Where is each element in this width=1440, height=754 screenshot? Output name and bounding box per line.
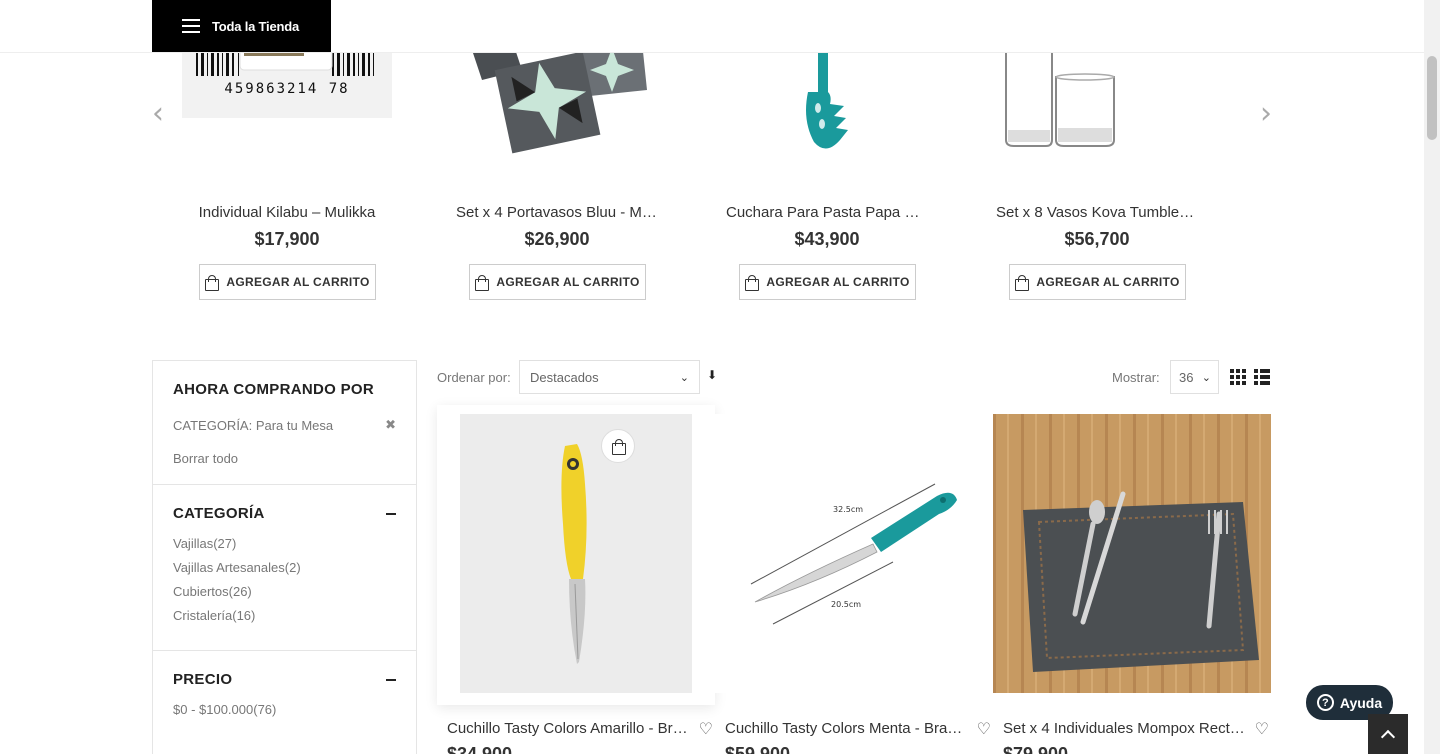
category-item-cubiertos[interactable]: Cubiertos(26) bbox=[173, 584, 396, 599]
price-title[interactable]: PRECIO bbox=[173, 671, 396, 688]
add-to-cart-button[interactable]: AGREGAR AL CARRITO bbox=[738, 264, 916, 300]
category-item-cristaleria[interactable]: Cristalería(16) bbox=[173, 608, 396, 623]
add-to-cart-label: AGREGAR AL CARRITO bbox=[766, 275, 910, 289]
add-to-cart-button[interactable]: AGREGAR AL CARRITO bbox=[198, 264, 376, 300]
shopping-bag-icon bbox=[744, 275, 760, 291]
category-item-vajillas[interactable]: Vajillas(27) bbox=[173, 536, 396, 551]
active-filter-label: CATEGORÍA: Para tu Mesa bbox=[173, 418, 334, 433]
carousel-item-price: $43,900 bbox=[794, 229, 860, 249]
category-list: Vajillas(27) Vajillas Artesanales(2) Cub… bbox=[173, 536, 396, 623]
carousel-item-price: $26,900 bbox=[524, 229, 590, 249]
shopping-bag-icon bbox=[474, 275, 490, 291]
category-title[interactable]: CATEGORÍA bbox=[173, 505, 396, 522]
filter-sidebar: AHORA COMPRANDO POR CATEGORÍA: Para tu M… bbox=[152, 360, 417, 754]
collapse-minus-icon[interactable] bbox=[386, 678, 396, 681]
all-store-menu-button[interactable]: Toda la Tienda bbox=[152, 0, 331, 52]
product-image[interactable]: 32.5cm 20.5cm bbox=[715, 414, 993, 693]
price-section: PRECIO $0 - $100.000(76) bbox=[153, 651, 416, 744]
add-to-cart-button[interactable]: AGREGAR AL CARRITO bbox=[1008, 264, 1186, 300]
now-shopping-title-text: AHORA COMPRANDO POR bbox=[173, 381, 374, 398]
carousel-item-price: $17,900 bbox=[254, 229, 320, 249]
product-price: $34,900 bbox=[447, 744, 513, 754]
product-card[interactable]: Cuchillo Tasty Colors Amarillo - Br… ♡ $… bbox=[437, 414, 715, 754]
carousel-item-title[interactable]: Individual Kilabu – Mulikka bbox=[182, 204, 392, 221]
dimension-long: 32.5cm bbox=[833, 505, 863, 514]
show-per-page-value: 36 bbox=[1179, 370, 1194, 385]
carousel-prev-icon[interactable]: ‹ bbox=[152, 96, 164, 131]
add-to-cart-button[interactable]: AGREGAR AL CARRITO bbox=[468, 264, 646, 300]
carousel-item-title[interactable]: Set x 8 Vasos Kova Tumbler –… bbox=[992, 204, 1202, 221]
help-label: Ayuda bbox=[1339, 694, 1383, 711]
product-price: $79,900 bbox=[1003, 744, 1069, 754]
page-scrollbar[interactable] bbox=[1424, 0, 1440, 754]
category-title-text: CATEGORÍA bbox=[173, 505, 265, 522]
product-title[interactable]: Set x 4 Individuales Mompox Rect… bbox=[1003, 720, 1249, 737]
carousel-item-price: $56,700 bbox=[1064, 229, 1130, 249]
wishlist-heart-icon[interactable]: ♡ bbox=[699, 719, 713, 738]
product-image[interactable] bbox=[993, 414, 1271, 693]
chevron-up-icon bbox=[1380, 729, 1396, 744]
shopping-bag-icon bbox=[204, 275, 220, 291]
category-item-vajillas-artesanales[interactable]: Vajillas Artesanales(2) bbox=[173, 560, 396, 575]
product-title-row: Cuchillo Tasty Colors Menta - Bra… ♡ bbox=[715, 719, 993, 738]
now-shopping-section: AHORA COMPRANDO POR CATEGORÍA: Para tu M… bbox=[153, 361, 416, 485]
add-to-cart-label: AGREGAR AL CARRITO bbox=[1036, 275, 1180, 289]
question-icon: ? bbox=[1316, 694, 1334, 711]
quick-add-to-cart-button[interactable] bbox=[601, 429, 635, 463]
remove-filter-icon[interactable]: ✖ bbox=[385, 418, 396, 433]
carousel-item-title[interactable]: Cuchara Para Pasta Papa Nes… bbox=[722, 204, 932, 221]
now-shopping-title: AHORA COMPRANDO POR bbox=[173, 381, 396, 398]
sort-by-select[interactable]: Destacados ⌄ bbox=[519, 360, 700, 394]
page: ‹ › 459863214 78 Individual Kilabu – Mul… bbox=[0, 0, 1440, 754]
price-list: $0 - $100.000(76) bbox=[173, 702, 396, 717]
sort-by-value: Destacados bbox=[530, 370, 599, 385]
shopping-bag-icon bbox=[1014, 275, 1030, 291]
price-range-item[interactable]: $0 - $100.000(76) bbox=[173, 702, 396, 717]
shopping-bag-icon bbox=[611, 439, 626, 455]
clear-all-link[interactable]: Borrar todo bbox=[173, 451, 396, 466]
show-per-page-label: Mostrar: bbox=[1112, 370, 1160, 385]
product-card[interactable]: Set x 4 Individuales Mompox Rect… ♡ $79,… bbox=[993, 414, 1271, 754]
active-filter: CATEGORÍA: Para tu Mesa ✖ bbox=[173, 418, 396, 433]
all-store-menu-label: Toda la Tienda bbox=[212, 18, 300, 34]
wishlist-heart-icon[interactable]: ♡ bbox=[1255, 719, 1269, 738]
product-title-row: Set x 4 Individuales Mompox Rect… ♡ bbox=[993, 719, 1271, 738]
carousel-next-icon[interactable]: › bbox=[1260, 96, 1272, 131]
product-title[interactable]: Cuchillo Tasty Colors Menta - Bra… bbox=[725, 720, 971, 737]
show-per-page-select[interactable]: 36 ⌄ bbox=[1170, 360, 1219, 394]
add-to-cart-label: AGREGAR AL CARRITO bbox=[226, 275, 370, 289]
dimension-short: 20.5cm bbox=[831, 600, 861, 609]
sort-direction-icon[interactable]: ⬇ bbox=[707, 368, 717, 382]
carousel-item-title[interactable]: Set x 4 Portavasos Bluu - Mul… bbox=[452, 204, 662, 221]
back-to-top-button[interactable] bbox=[1368, 714, 1408, 754]
grid-view-icon[interactable] bbox=[1230, 369, 1246, 385]
list-view-icon[interactable] bbox=[1254, 369, 1270, 385]
scrollbar-thumb[interactable] bbox=[1427, 56, 1437, 140]
add-to-cart-label: AGREGAR AL CARRITO bbox=[496, 275, 640, 289]
product-price: $59,900 bbox=[725, 744, 791, 754]
hamburger-menu-icon bbox=[182, 19, 200, 33]
barcode-number: 459863214 78 bbox=[224, 81, 349, 97]
category-section: CATEGORÍA Vajillas(27) Vajillas Artesana… bbox=[153, 485, 416, 651]
product-card[interactable]: 32.5cm 20.5cm Cuchillo Tasty Colors Ment… bbox=[715, 414, 993, 754]
wishlist-heart-icon[interactable]: ♡ bbox=[977, 719, 991, 738]
product-image[interactable] bbox=[437, 414, 715, 693]
product-title[interactable]: Cuchillo Tasty Colors Amarillo - Br… bbox=[447, 720, 693, 737]
collapse-minus-icon[interactable] bbox=[386, 512, 396, 515]
price-title-text: PRECIO bbox=[173, 671, 233, 688]
chevron-down-icon: ⌄ bbox=[679, 371, 689, 384]
sort-by-label: Ordenar por: bbox=[437, 370, 511, 385]
chevron-down-icon: ⌄ bbox=[1201, 371, 1211, 384]
product-title-row: Cuchillo Tasty Colors Amarillo - Br… ♡ bbox=[437, 719, 715, 738]
